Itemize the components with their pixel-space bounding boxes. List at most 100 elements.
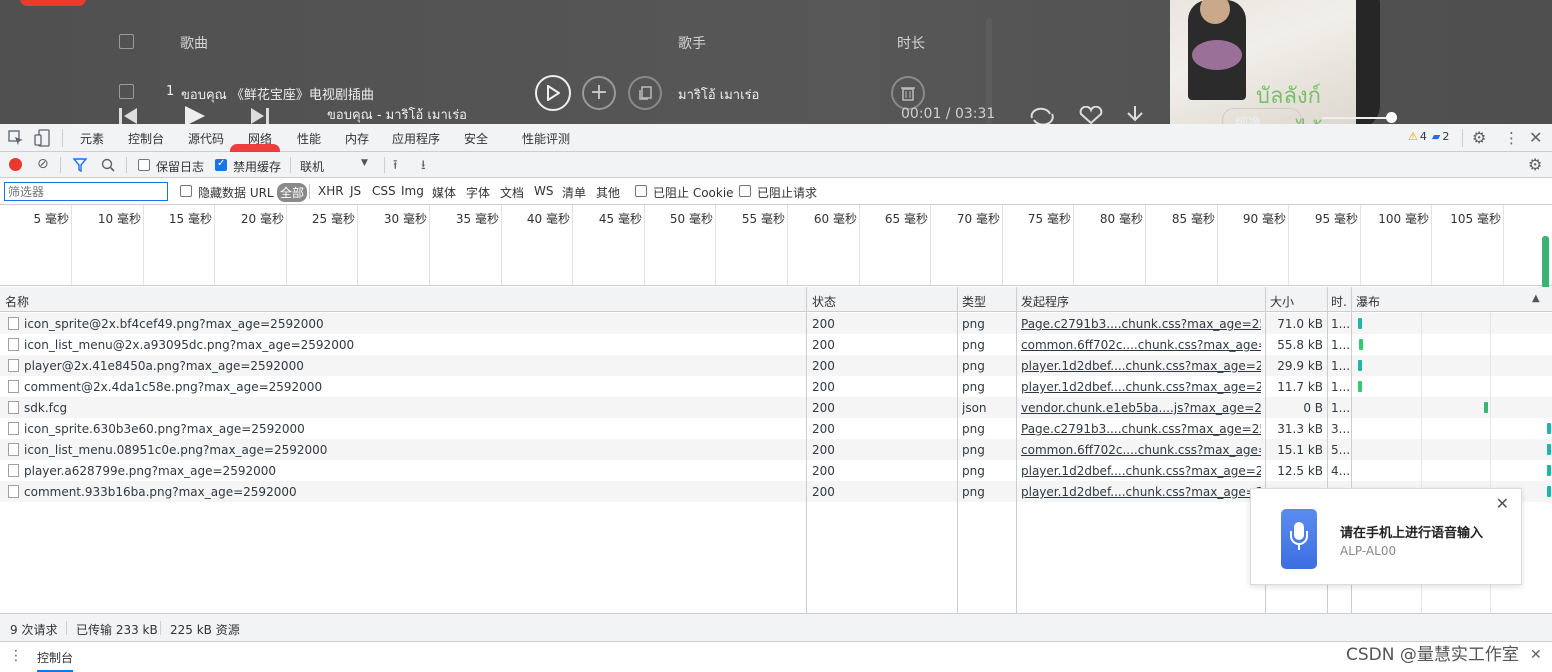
table-row[interactable]: player.a628799e.png?max_age=2592000 200 pn…: [0, 460, 1552, 481]
heart-icon[interactable]: [1078, 106, 1104, 124]
col-waterfall[interactable]: 瀑布: [1356, 293, 1380, 310]
previous-icon[interactable]: [118, 106, 138, 124]
overview-gridline: [429, 205, 430, 285]
filter-type-img[interactable]: Img: [401, 184, 424, 198]
request-initiator-link[interactable]: Page.c2791b3....chunk.css?max_age=25920.…: [1021, 317, 1261, 331]
tab-application[interactable]: 应用程序: [392, 130, 440, 147]
table-row[interactable]: comment@2x.4da1c58e.png?max_age=2592000 2…: [0, 376, 1552, 397]
next-icon[interactable]: [250, 106, 270, 124]
throttling-select[interactable]: 联机 ▼: [300, 157, 372, 174]
col-status[interactable]: 状态: [812, 293, 836, 310]
filter-icon[interactable]: [73, 158, 87, 172]
table-row[interactable]: player@2x.41e8450a.png?max_age=2592000 20…: [0, 355, 1552, 376]
request-name[interactable]: icon_sprite@2x.bf4cef49.png?max_age=2592…: [24, 317, 804, 331]
tab-console[interactable]: 控制台: [128, 130, 164, 147]
request-initiator-link[interactable]: common.6ff702c....chunk.css?max_age=259.…: [1021, 338, 1261, 352]
filter-input[interactable]: [4, 182, 168, 201]
request-name[interactable]: icon_sprite.630b3e60.png?max_age=2592000: [24, 422, 804, 436]
timeline-overview[interactable]: 5 毫秒 10 毫秒 15 毫秒 20 毫秒 25 毫秒 30 毫秒 35 毫秒 40 毫秒 4…: [0, 205, 1552, 286]
settings-gear-icon[interactable]: ⚙: [1472, 128, 1486, 147]
sort-ascending-icon[interactable]: ▲: [1532, 293, 1540, 304]
album-cover: บัลลังก์ดอกไม้: [1170, 0, 1356, 124]
tab-security[interactable]: 安全: [464, 130, 488, 147]
request-initiator-link[interactable]: player.1d2dbef....chunk.css?max_age=2592…: [1021, 380, 1261, 394]
table-row[interactable]: icon_sprite@2x.bf4cef49.png?max_age=2592…: [0, 313, 1552, 334]
tab-performance[interactable]: 性能: [297, 130, 321, 147]
request-name[interactable]: player.a628799e.png?max_age=2592000: [24, 464, 804, 478]
issues-badge[interactable]: ⚠ 4 ▰ 2: [1408, 130, 1449, 143]
filter-type-ws[interactable]: WS: [534, 184, 553, 198]
filter-type-other[interactable]: 其他: [596, 184, 620, 201]
record-icon[interactable]: [9, 158, 22, 171]
col-time[interactable]: 时.: [1331, 293, 1347, 310]
request-name[interactable]: comment.933b16ba.png?max_age=2592000: [24, 485, 804, 499]
request-initiator-link[interactable]: vendor.chunk.e1eb5ba....js?max_age=2592.…: [1021, 401, 1261, 415]
blocked-cookies-checkbox[interactable]: [635, 185, 647, 197]
table-row[interactable]: icon_sprite.630b3e60.png?max_age=2592000…: [0, 418, 1552, 439]
blocked-requests-checkbox[interactable]: [739, 185, 751, 197]
request-name[interactable]: player@2x.41e8450a.png?max_age=2592000: [24, 359, 804, 373]
track-checkbox[interactable]: [119, 84, 134, 99]
request-initiator-link[interactable]: Page.c2791b3....chunk.css?max_age=25920.…: [1021, 422, 1261, 436]
filter-type-media[interactable]: 媒体: [432, 184, 456, 201]
filter-type-css[interactable]: CSS: [372, 184, 396, 198]
table-row[interactable]: icon_list_menu.08951c0e.png?max_age=2592…: [0, 439, 1552, 460]
network-settings-gear-icon[interactable]: ⚙: [1528, 155, 1542, 174]
tab-memory[interactable]: 内存: [345, 130, 369, 147]
request-name[interactable]: icon_list_menu@2x.a93095dc.png?max_age=2…: [24, 338, 804, 352]
close-devtools-icon[interactable]: ✕: [1529, 128, 1542, 147]
filter-type-js[interactable]: JS: [350, 184, 361, 198]
device-toolbar-icon[interactable]: [34, 129, 50, 147]
col-size[interactable]: 大小: [1270, 293, 1294, 310]
export-har-icon[interactable]: ⭳: [421, 156, 426, 178]
volume-slider[interactable]: [1322, 117, 1392, 119]
filter-type-doc[interactable]: 文档: [500, 184, 524, 201]
share-button[interactable]: [628, 76, 662, 110]
tab-sources[interactable]: 源代码: [188, 130, 224, 147]
search-icon[interactable]: [101, 158, 115, 172]
clear-icon[interactable]: ⊘: [37, 156, 49, 172]
table-row[interactable]: sdk.fcg 200 json vendor.chunk.e1eb5ba....js…: [0, 397, 1552, 418]
inspect-element-icon[interactable]: [8, 130, 24, 146]
loop-icon[interactable]: [1028, 106, 1056, 124]
filter-bar: 隐藏数据 URL 全部 XHR JS CSS Img 媒体 字体 文档 WS 清…: [0, 178, 1552, 205]
table-row[interactable]: icon_list_menu@2x.a93095dc.png?max_age=2…: [0, 334, 1552, 355]
close-drawer-icon[interactable]: ✕: [1530, 647, 1542, 663]
filter-type-xhr[interactable]: XHR: [318, 184, 344, 198]
delete-track-button[interactable]: [891, 76, 925, 110]
play-track-button[interactable]: [535, 75, 571, 111]
request-initiator-link[interactable]: player.1d2dbef....chunk.css?max_age=2592…: [1021, 359, 1261, 373]
filter-type-all[interactable]: 全部: [277, 183, 308, 202]
tab-lighthouse[interactable]: 性能评测: [522, 130, 570, 147]
import-har-icon[interactable]: ⭱: [393, 156, 398, 178]
overview-gridline: [1503, 205, 1504, 285]
request-initiator-link[interactable]: player.1d2dbef....chunk.css?max_age=2592…: [1021, 485, 1261, 499]
track-title[interactable]: ขอบคุณ 《鲜花宝座》电视剧插曲: [181, 84, 374, 105]
col-name[interactable]: 名称: [5, 293, 29, 310]
col-type[interactable]: 类型: [962, 293, 986, 310]
request-initiator-link[interactable]: common.6ff702c....chunk.css?max_age=259.…: [1021, 443, 1261, 457]
play-pause-icon[interactable]: [183, 104, 207, 124]
preserve-log-checkbox[interactable]: [138, 159, 150, 171]
request-initiator-link[interactable]: player.1d2dbef....chunk.css?max_age=2592…: [1021, 464, 1261, 478]
request-name[interactable]: sdk.fcg: [24, 401, 804, 415]
select-all-checkbox[interactable]: [119, 34, 134, 49]
request-name[interactable]: comment@2x.4da1c58e.png?max_age=2592000: [24, 380, 804, 394]
volume-knob[interactable]: [1386, 112, 1397, 123]
filter-type-manifest[interactable]: 清单: [562, 184, 586, 201]
pure-mode-toggle[interactable]: 纯净: [1222, 108, 1302, 124]
track-artist[interactable]: มาริโอ้ เมาเร่อ: [678, 84, 759, 105]
overview-scrollbar[interactable]: [1542, 236, 1549, 294]
drawer-menu-icon[interactable]: ⋮: [9, 648, 23, 664]
download-icon[interactable]: [1124, 106, 1146, 124]
close-popup-icon[interactable]: ✕: [1496, 494, 1509, 513]
col-initiator[interactable]: 发起程序: [1021, 293, 1069, 310]
tab-elements[interactable]: 元素: [80, 130, 104, 147]
overview-gridline: [930, 205, 931, 285]
hide-data-url-checkbox[interactable]: [180, 185, 192, 197]
add-to-list-button[interactable]: +: [582, 76, 616, 110]
more-options-icon[interactable]: ⋮: [1504, 129, 1519, 147]
filter-type-font[interactable]: 字体: [466, 184, 490, 201]
disable-cache-checkbox[interactable]: [215, 158, 227, 171]
request-name[interactable]: icon_list_menu.08951c0e.png?max_age=2592…: [24, 443, 804, 457]
